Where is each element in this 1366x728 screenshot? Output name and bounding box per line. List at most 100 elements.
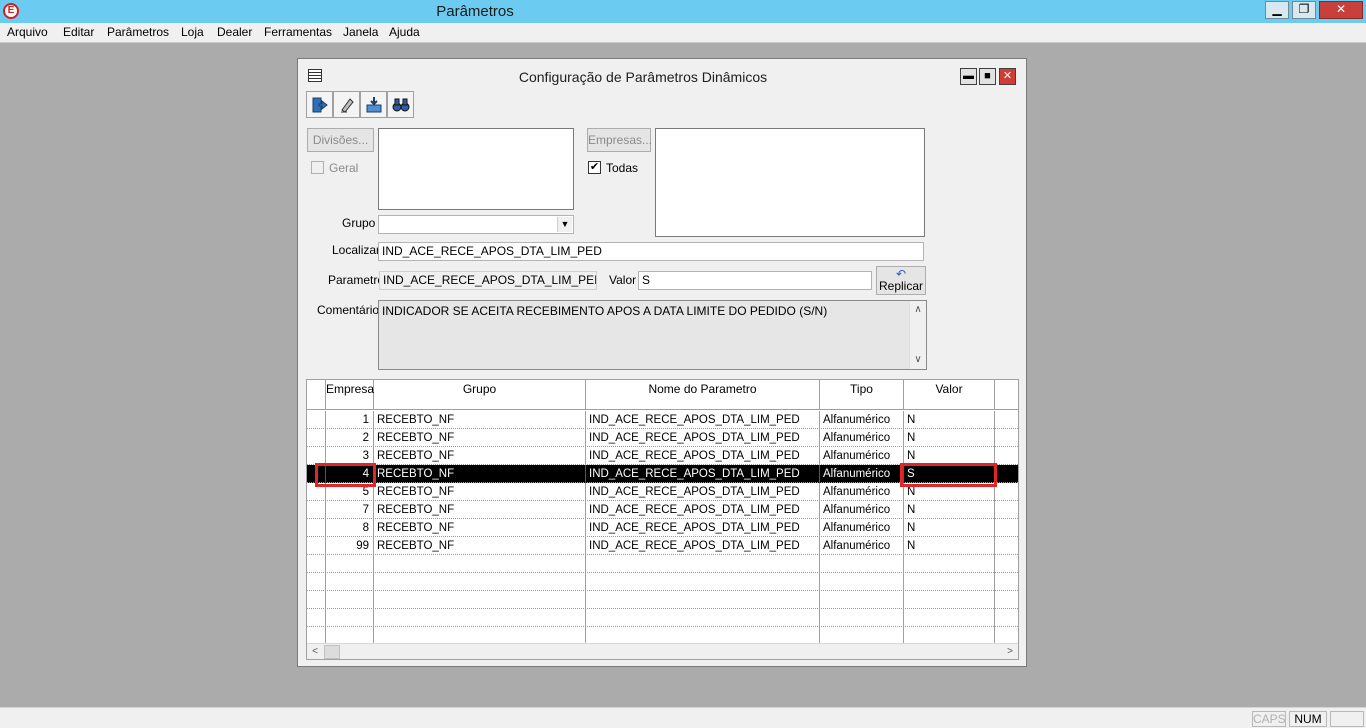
- cell-grupo: RECEBTO_NF: [374, 465, 586, 483]
- parametro-field: IND_ACE_RECE_APOS_DTA_LIM_PED: [379, 271, 597, 290]
- cell-rowhdr: [307, 429, 326, 447]
- cell-grupo: RECEBTO_NF: [374, 537, 586, 555]
- cell-rowhdr: [307, 555, 326, 573]
- cell-nome: IND_ACE_RECE_APOS_DTA_LIM_PED: [586, 519, 820, 537]
- highlight-empresa-box: [315, 463, 376, 487]
- cell-nome: [586, 609, 820, 627]
- chevron-right-icon[interactable]: >: [1002, 644, 1018, 659]
- col-tipo[interactable]: Tipo: [820, 380, 904, 410]
- valor-input[interactable]: S: [638, 271, 872, 290]
- cell-valor: N: [904, 501, 995, 519]
- cell-tipo: Alfanumérico: [820, 537, 904, 555]
- localizar-input[interactable]: IND_ACE_RECE_APOS_DTA_LIM_PED: [378, 242, 924, 261]
- cell-empresa: 8: [326, 519, 374, 537]
- grid-horizontal-scrollbar[interactable]: < >: [307, 643, 1018, 659]
- menu-janela[interactable]: Janela: [343, 25, 378, 39]
- app-title: Parâmetros: [436, 3, 514, 20]
- window-restore-button[interactable]: ■: [979, 68, 996, 85]
- empresas-button[interactable]: Empresas...: [587, 128, 652, 152]
- cell-nome: IND_ACE_RECE_APOS_DTA_LIM_PED: [586, 429, 820, 447]
- empresas-list[interactable]: [655, 128, 925, 237]
- status-empty-panel: [1330, 711, 1364, 727]
- app-minimize-button[interactable]: ▁: [1265, 1, 1289, 19]
- app-close-button[interactable]: ✕: [1319, 1, 1363, 19]
- cell-tipo: Alfanumérico: [820, 429, 904, 447]
- window-title-bar: Configuração de Parâmetros Dinâmicos ▬ ■…: [298, 59, 1026, 93]
- config-window: Configuração de Parâmetros Dinâmicos ▬ ■…: [297, 58, 1027, 667]
- eraser-button[interactable]: [333, 91, 360, 118]
- save-icon: [366, 97, 382, 113]
- grid-header: Empresa Grupo Nome do Parametro Tipo Val…: [307, 380, 1018, 410]
- cell-empresa: [326, 555, 374, 573]
- cell-nome: IND_ACE_RECE_APOS_DTA_LIM_PED: [586, 411, 820, 429]
- chevron-down-icon[interactable]: ∨: [910, 352, 926, 368]
- window-close-button[interactable]: ✕: [999, 68, 1016, 85]
- table-row[interactable]: 8 RECEBTO_NF IND_ACE_RECE_APOS_DTA_LIM_PED…: [307, 519, 1018, 537]
- col-grupo[interactable]: Grupo: [374, 380, 586, 410]
- table-row[interactable]: 99 RECEBTO_NF IND_ACE_RECE_APOS_DTA_LIM_PE…: [307, 537, 1018, 555]
- cell-tipo: [820, 573, 904, 591]
- cell-grupo: RECEBTO_NF: [374, 501, 586, 519]
- table-row[interactable]: 7 RECEBTO_NF IND_ACE_RECE_APOS_DTA_LIM_PED…: [307, 501, 1018, 519]
- cell-rowhdr: [307, 573, 326, 591]
- empty-table-row[interactable]: [307, 555, 1018, 573]
- cell-valor: [904, 609, 995, 627]
- replicar-button[interactable]: ↶ Replicar: [876, 266, 926, 295]
- cell-tipo: Alfanumérico: [820, 447, 904, 465]
- app-restore-button[interactable]: ❐: [1292, 1, 1316, 19]
- table-row[interactable]: 2 RECEBTO_NF IND_ACE_RECE_APOS_DTA_LIM_PED…: [307, 429, 1018, 447]
- comentarios-scrollbar[interactable]: ∧ ∨: [909, 301, 926, 369]
- comentarios-text: INDICADOR SE ACEITA RECEBIMENTO APOS A D…: [382, 304, 828, 318]
- menu-ferramentas[interactable]: Ferramentas: [264, 25, 332, 39]
- geral-checkbox[interactable]: [311, 161, 324, 174]
- search-button[interactable]: [387, 91, 414, 118]
- comentarios-textarea[interactable]: INDICADOR SE ACEITA RECEBIMENTO APOS A D…: [378, 300, 927, 370]
- cell-tipo: Alfanumérico: [820, 411, 904, 429]
- cell-rowhdr: [307, 501, 326, 519]
- cell-nome: IND_ACE_RECE_APOS_DTA_LIM_PED: [586, 465, 820, 483]
- menu-arquivo[interactable]: Arquivo: [7, 25, 48, 39]
- parameters-grid[interactable]: Empresa Grupo Nome do Parametro Tipo Val…: [306, 379, 1019, 660]
- chevron-up-icon[interactable]: ∧: [910, 302, 926, 318]
- cell-rowhdr: [307, 591, 326, 609]
- todas-checkbox[interactable]: ✔: [588, 161, 601, 174]
- empty-table-row[interactable]: [307, 591, 1018, 609]
- cell-grupo: RECEBTO_NF: [374, 483, 586, 501]
- menu-loja[interactable]: Loja: [181, 25, 204, 39]
- grupo-select[interactable]: ▼: [378, 215, 574, 234]
- window-minimize-button[interactable]: ▬: [960, 68, 977, 85]
- divisoes-list[interactable]: [378, 128, 574, 210]
- grupo-label: Grupo: [342, 216, 376, 230]
- chevron-left-icon[interactable]: <: [307, 644, 323, 659]
- menu-editar[interactable]: Editar: [63, 25, 94, 39]
- cell-grupo: [374, 555, 586, 573]
- empty-table-row[interactable]: [307, 609, 1018, 627]
- scroll-thumb[interactable]: [324, 645, 340, 659]
- cell-valor: [904, 573, 995, 591]
- cell-tipo: Alfanumérico: [820, 501, 904, 519]
- caps-indicator: CAPS: [1252, 711, 1286, 727]
- divisoes-button[interactable]: Divisões...: [307, 128, 374, 152]
- geral-label: Geral: [329, 161, 359, 175]
- cell-tipo: [820, 591, 904, 609]
- cell-grupo: [374, 591, 586, 609]
- empty-table-row[interactable]: [307, 573, 1018, 591]
- col-valor[interactable]: Valor: [904, 380, 995, 410]
- menu-parametros[interactable]: Parâmetros: [107, 25, 169, 39]
- cell-rowhdr: [307, 519, 326, 537]
- cell-grupo: [374, 609, 586, 627]
- cell-valor: N: [904, 519, 995, 537]
- exit-icon: [312, 97, 328, 113]
- menu-dealer[interactable]: Dealer: [217, 25, 252, 39]
- save-button[interactable]: [360, 91, 387, 118]
- chevron-down-icon[interactable]: ▼: [557, 217, 572, 232]
- exit-button[interactable]: [306, 91, 333, 118]
- col-nome-parametro[interactable]: Nome do Parametro: [586, 380, 820, 410]
- cell-valor: [904, 555, 995, 573]
- cell-empresa: [326, 609, 374, 627]
- table-row[interactable]: 1 RECEBTO_NF IND_ACE_RECE_APOS_DTA_LIM_PED…: [307, 411, 1018, 429]
- todas-label: Todas: [606, 161, 639, 175]
- col-empresa[interactable]: Empresa: [326, 380, 374, 410]
- menu-ajuda[interactable]: Ajuda: [389, 25, 420, 39]
- cell-empresa: 2: [326, 429, 374, 447]
